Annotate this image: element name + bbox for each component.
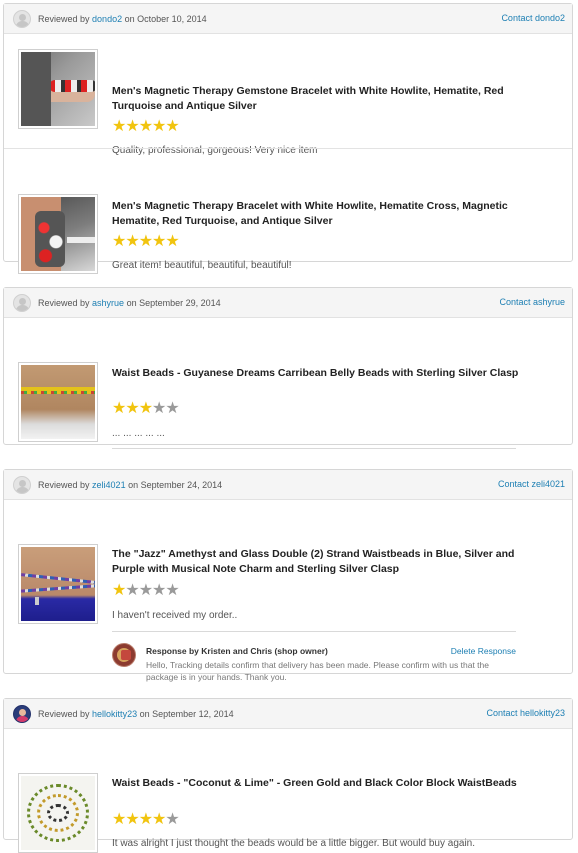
contact-reviewer-link[interactable]: Contact dondo2 [501, 13, 565, 23]
review-text: I haven't received my order.. [112, 610, 238, 621]
product-image [21, 776, 95, 850]
product-thumbnail[interactable] [18, 773, 98, 853]
reviewed-by-label: Reviewed by [38, 709, 90, 719]
product-thumbnail[interactable] [18, 362, 98, 442]
star-empty-icon: ★ [138, 582, 153, 599]
review-header: Reviewed by zeli4021 on September 24, 20… [4, 470, 572, 500]
review-header: Reviewed by hellokitty23 on September 12… [4, 699, 572, 729]
star-rating: ★★★★★ [112, 118, 180, 135]
avatar[interactable] [13, 10, 31, 28]
review-header: Reviewed by dondo2 on October 10, 2014 C… [4, 4, 572, 34]
reviewed-by-line: Reviewed by hellokitty23 on September 12… [38, 709, 234, 719]
star-empty-icon: ★ [165, 811, 179, 828]
reviewed-by-line: Reviewed by zeli4021 on September 24, 20… [38, 480, 222, 490]
review-card: Reviewed by ashyrue on September 29, 201… [3, 287, 573, 449]
star-filled-icon: ★ [138, 811, 153, 828]
avatar[interactable] [13, 705, 31, 723]
star-rating: ★★★★★ [112, 811, 180, 828]
review-text: It was alright I just thought the beads … [112, 838, 476, 849]
avatar[interactable] [13, 476, 31, 494]
product-thumbnail[interactable] [18, 49, 98, 129]
star-empty-icon: ★ [165, 582, 179, 599]
star-empty-icon: ★ [165, 400, 179, 417]
review-text: Quality, professional, gorgeous! Very ni… [112, 145, 318, 156]
reviewed-by-label: Reviewed by [38, 14, 90, 24]
reviewed-by-label: Reviewed by [38, 480, 90, 490]
star-filled-icon: ★ [112, 118, 126, 135]
star-filled-icon: ★ [165, 118, 179, 135]
star-rating: ★★★★★ [112, 233, 180, 250]
star-filled-icon: ★ [152, 233, 166, 250]
product-image [21, 547, 95, 621]
review-header: Reviewed by ashyrue on September 29, 201… [4, 288, 572, 318]
review-date: on October 10, 2014 [124, 14, 207, 24]
review-card: Reviewed by zeli4021 on September 24, 20… [3, 469, 573, 682]
shop-owner-avatar [112, 643, 136, 667]
star-rating: ★★★★★ [112, 582, 180, 599]
star-filled-icon: ★ [125, 811, 139, 828]
product-image [21, 197, 95, 271]
product-title-link[interactable]: Waist Beads - Guyanese Dreams Carribean … [112, 366, 522, 381]
star-filled-icon: ★ [112, 582, 126, 599]
response-title: Response by Kristen and Chris (shop owne… [146, 646, 328, 656]
star-filled-icon: ★ [138, 118, 153, 135]
star-filled-icon: ★ [138, 400, 153, 417]
review-separator [112, 631, 516, 632]
review-date: on September 12, 2014 [139, 709, 234, 719]
review-card: Reviewed by hellokitty23 on September 12… [3, 698, 573, 853]
reviewer-username-link[interactable]: hellokitty23 [92, 709, 137, 719]
review-card: Reviewed by dondo2 on October 10, 2014 C… [3, 3, 573, 274]
reviewer-username-link[interactable]: ashyrue [92, 298, 124, 308]
star-rating: ★★★★★ [112, 400, 180, 417]
contact-reviewer-link[interactable]: Contact zeli4021 [498, 479, 565, 489]
star-empty-icon: ★ [125, 582, 139, 599]
star-filled-icon: ★ [125, 233, 139, 250]
product-title-link[interactable]: Men's Magnetic Therapy Bracelet with Whi… [112, 199, 522, 229]
review-date: on September 24, 2014 [128, 480, 223, 490]
star-filled-icon: ★ [112, 811, 126, 828]
reviewed-by-line: Reviewed by ashyrue on September 29, 201… [38, 298, 221, 308]
star-filled-icon: ★ [165, 233, 179, 250]
star-filled-icon: ★ [112, 233, 126, 250]
star-filled-icon: ★ [152, 811, 166, 828]
product-image [21, 365, 95, 439]
star-filled-icon: ★ [152, 118, 166, 135]
star-filled-icon: ★ [125, 400, 139, 417]
review-date: on September 29, 2014 [126, 298, 221, 308]
product-title-link[interactable]: Men's Magnetic Therapy Gemstone Bracelet… [112, 84, 522, 114]
product-thumbnail[interactable] [18, 544, 98, 624]
review-separator [112, 448, 516, 449]
delete-response-link[interactable]: Delete Response [451, 646, 516, 656]
avatar[interactable] [13, 294, 31, 312]
response-text: Hello, Tracking details confirm that del… [146, 660, 490, 682]
review-text: ... ... ... ... ... [112, 428, 165, 439]
product-thumbnail[interactable] [18, 194, 98, 274]
star-filled-icon: ★ [125, 118, 139, 135]
review-text: Great item! beautiful, beautiful, beauti… [112, 260, 292, 271]
contact-reviewer-link[interactable]: Contact hellokitty23 [486, 708, 565, 718]
reviewer-username-link[interactable]: dondo2 [92, 14, 122, 24]
reviewed-by-line: Reviewed by dondo2 on October 10, 2014 [38, 14, 207, 24]
product-image [21, 52, 95, 126]
reviewed-by-label: Reviewed by [38, 298, 90, 308]
star-empty-icon: ★ [152, 582, 166, 599]
contact-reviewer-link[interactable]: Contact ashyrue [499, 297, 565, 307]
product-title-link[interactable]: The "Jazz" Amethyst and Glass Double (2)… [112, 547, 522, 577]
item-divider [4, 148, 572, 149]
star-empty-icon: ★ [152, 400, 166, 417]
product-title-link[interactable]: Waist Beads - "Coconut & Lime" - Green G… [112, 776, 522, 791]
star-filled-icon: ★ [138, 233, 153, 250]
star-filled-icon: ★ [112, 400, 126, 417]
reviewer-username-link[interactable]: zeli4021 [92, 480, 126, 490]
